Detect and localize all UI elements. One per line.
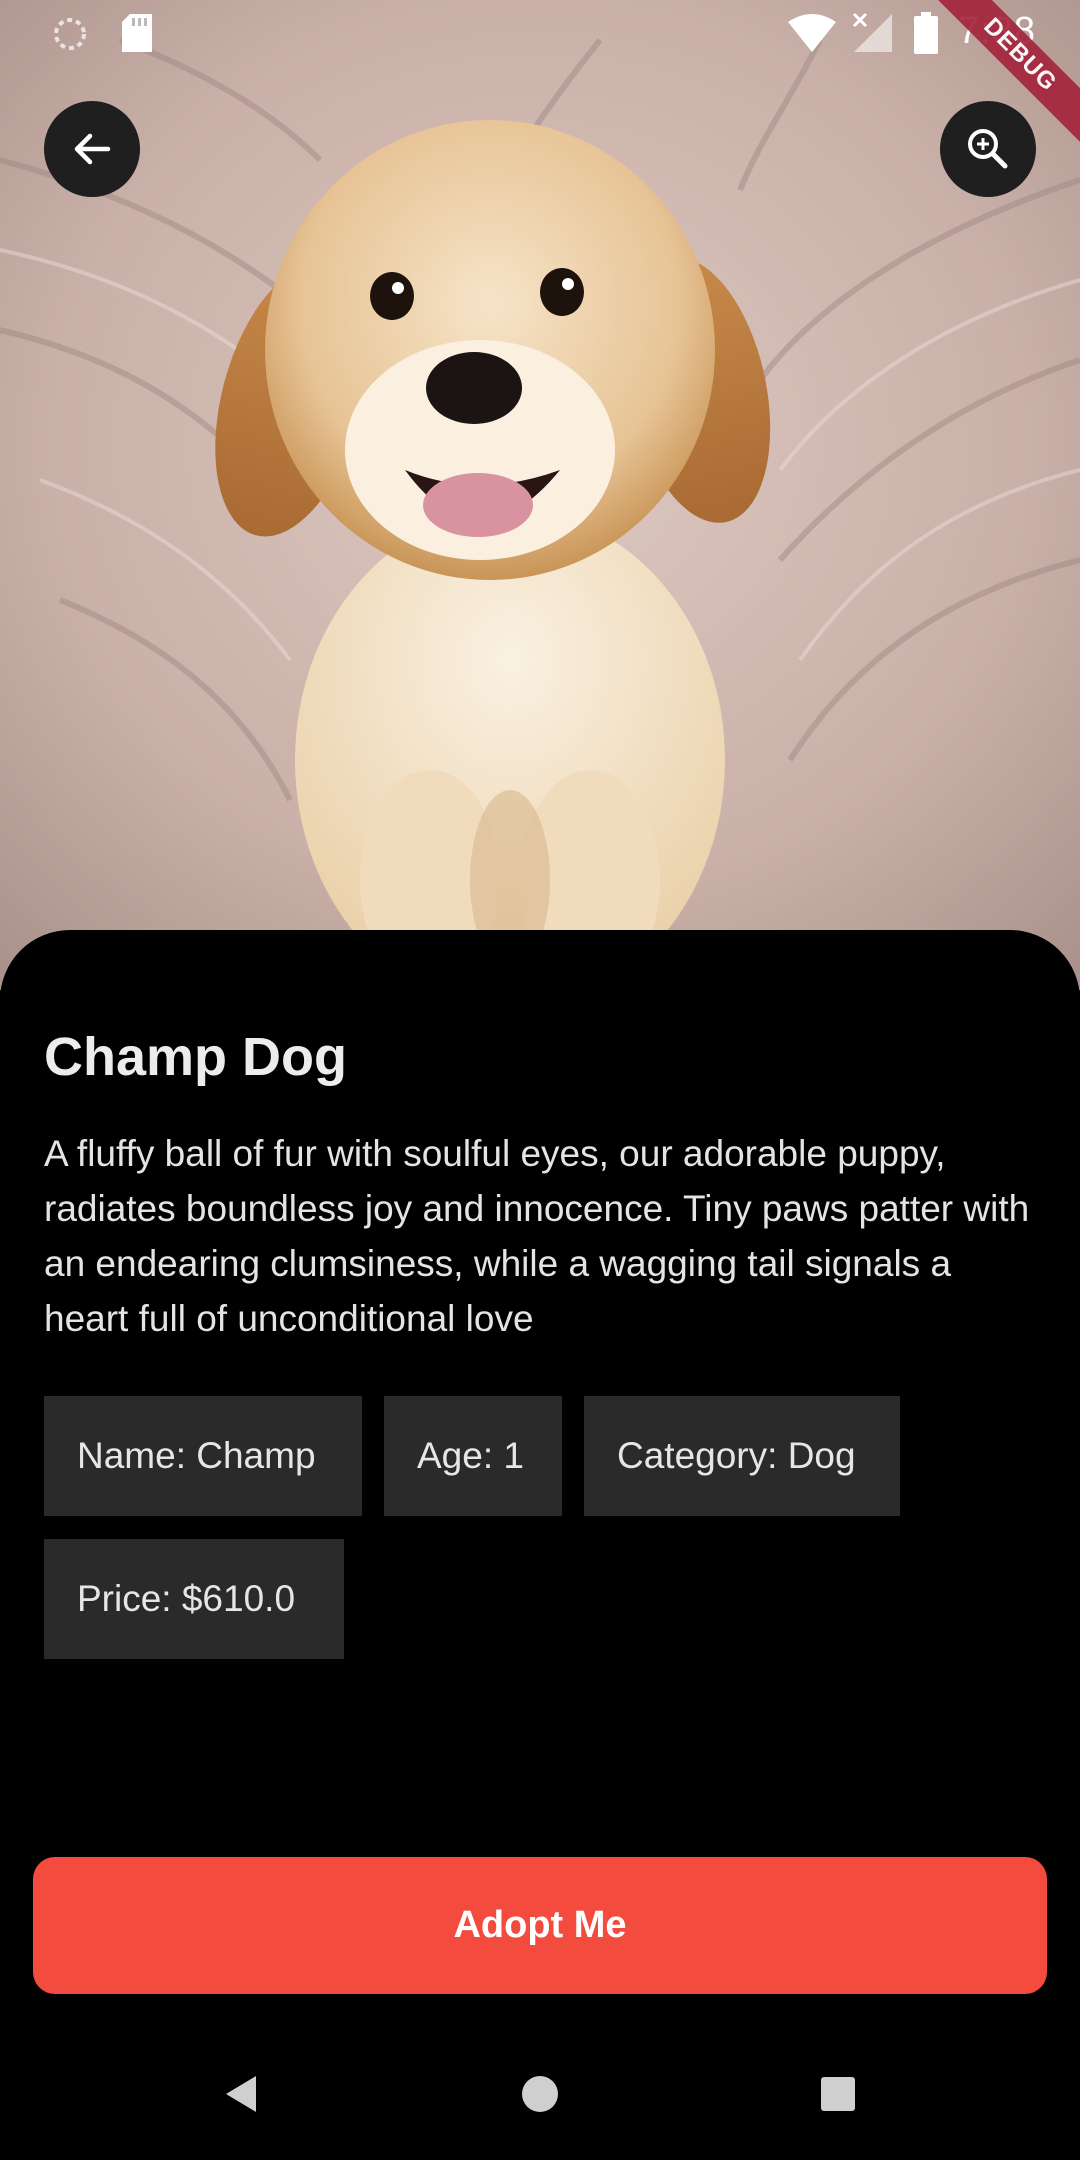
chip-price: Price: $610.0: [44, 1539, 344, 1659]
sd-card-icon: [122, 14, 152, 57]
details-sheet: Champ Dog A fluffy ball of fur with soul…: [0, 930, 1080, 2160]
nav-home-button[interactable]: [510, 2064, 570, 2124]
chip-category: Category: Dog: [584, 1396, 900, 1516]
status-time: 7:38: [958, 10, 1036, 52]
chip-age: Age: 1: [384, 1396, 562, 1516]
nav-recents-icon: [821, 2077, 855, 2111]
pet-title: Champ Dog: [44, 1027, 347, 1087]
pet-description: A fluffy ball of fur with soulful eyes, …: [44, 1133, 1030, 1339]
adopt-me-button[interactable]: Adopt Me: [33, 1857, 1047, 1994]
nav-home-icon: [522, 2076, 558, 2112]
zoom-in-icon: [968, 129, 1008, 169]
zoom-button[interactable]: [940, 101, 1036, 197]
battery-icon: [914, 12, 938, 59]
nav-recents-button[interactable]: [808, 2064, 868, 2124]
chip-name: Name: Champ: [44, 1396, 362, 1516]
loading-spinner-icon: [52, 16, 88, 57]
pet-photo: [0, 0, 1080, 990]
nav-back-icon: [226, 2076, 256, 2112]
back-button[interactable]: [44, 101, 140, 197]
system-nav-bar: [0, 2040, 1080, 2160]
status-bar: 7:38: [0, 0, 1080, 66]
puppy-image: [0, 0, 1080, 990]
nav-back-button[interactable]: [212, 2064, 272, 2124]
signal-no-data-icon: [852, 12, 892, 57]
arrow-back-icon: [74, 133, 111, 165]
wifi-icon: [788, 14, 836, 57]
adopt-me-label: Adopt Me: [453, 1904, 627, 1946]
